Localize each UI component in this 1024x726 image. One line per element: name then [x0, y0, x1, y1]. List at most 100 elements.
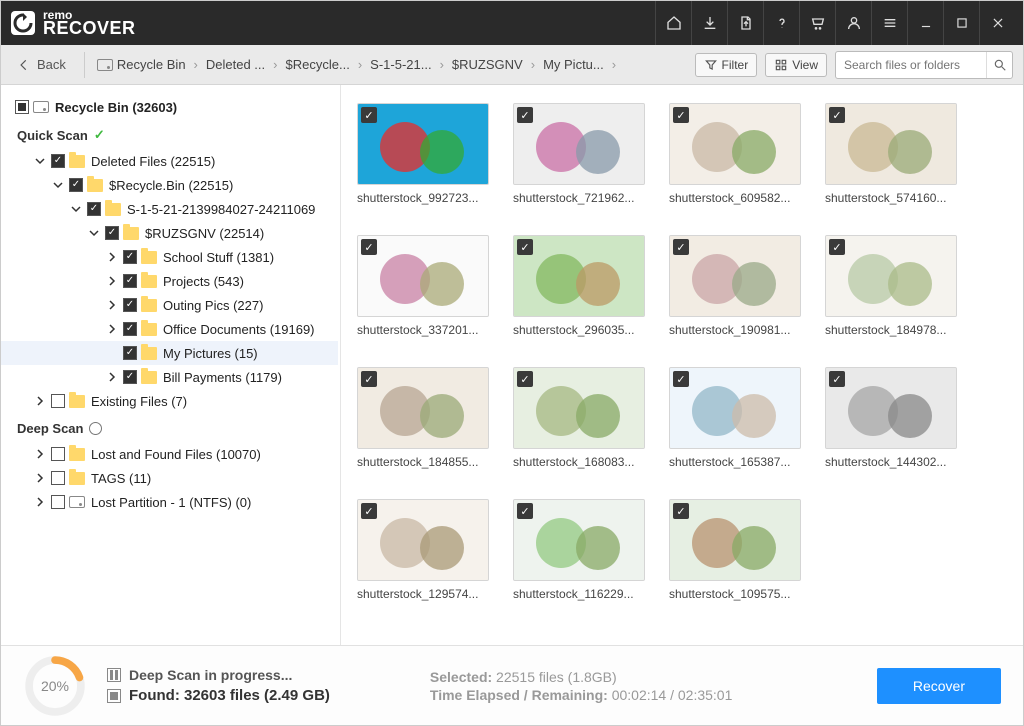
- chevron-right-icon[interactable]: [105, 298, 119, 312]
- chevron-right-icon[interactable]: [105, 250, 119, 264]
- thumbnail[interactable]: ✓shutterstock_144302...: [825, 367, 957, 469]
- thumbnail[interactable]: ✓shutterstock_184855...: [357, 367, 489, 469]
- thumbnail[interactable]: ✓shutterstock_168083...: [513, 367, 645, 469]
- checkbox[interactable]: [105, 226, 119, 240]
- thumbnail-image[interactable]: ✓: [825, 367, 957, 449]
- minimize-icon[interactable]: [907, 1, 943, 45]
- tree-item[interactable]: $Recycle.Bin (22515): [1, 173, 338, 197]
- checkbox[interactable]: [123, 322, 137, 336]
- thumbnail[interactable]: ✓shutterstock_109575...: [669, 499, 801, 601]
- thumbnail-checkbox[interactable]: ✓: [361, 371, 377, 387]
- thumbnail-checkbox[interactable]: ✓: [829, 371, 845, 387]
- stop-icon[interactable]: [107, 689, 121, 703]
- tree-item[interactable]: S-1-5-21-2139984027-24211069: [1, 197, 338, 221]
- thumbnail-image[interactable]: ✓: [513, 235, 645, 317]
- thumbnail[interactable]: ✓shutterstock_190981...: [669, 235, 801, 337]
- tree-item[interactable]: Outing Pics (227): [1, 293, 338, 317]
- checkbox[interactable]: [15, 100, 29, 114]
- user-icon[interactable]: [835, 1, 871, 45]
- checkbox[interactable]: [51, 447, 65, 461]
- thumbnail-image[interactable]: ✓: [825, 103, 957, 185]
- checkbox[interactable]: [123, 346, 137, 360]
- thumbnail-checkbox[interactable]: ✓: [829, 107, 845, 123]
- chevron-right-icon[interactable]: [33, 447, 47, 461]
- thumbnail-checkbox[interactable]: ✓: [673, 503, 689, 519]
- tree-item[interactable]: Office Documents (19169): [1, 317, 338, 341]
- chevron-right-icon[interactable]: [33, 471, 47, 485]
- breadcrumb-item[interactable]: My Pictu...: [543, 57, 604, 72]
- breadcrumb-item[interactable]: Recycle Bin: [97, 57, 186, 72]
- download-icon[interactable]: [691, 1, 727, 45]
- thumbnail[interactable]: ✓shutterstock_296035...: [513, 235, 645, 337]
- tree-item[interactable]: Existing Files (7): [1, 389, 338, 413]
- thumbnail-checkbox[interactable]: ✓: [829, 239, 845, 255]
- breadcrumb-item[interactable]: $RUZSGNV: [452, 57, 523, 72]
- breadcrumb-item[interactable]: Deleted ...: [206, 57, 265, 72]
- thumbnail-checkbox[interactable]: ✓: [361, 239, 377, 255]
- thumbnail[interactable]: ✓shutterstock_116229...: [513, 499, 645, 601]
- back-button[interactable]: Back: [11, 53, 72, 76]
- pause-icon[interactable]: [107, 668, 121, 682]
- checkbox[interactable]: [123, 250, 137, 264]
- thumbnail[interactable]: ✓shutterstock_609582...: [669, 103, 801, 205]
- checkbox[interactable]: [87, 202, 101, 216]
- thumbnail[interactable]: ✓shutterstock_574160...: [825, 103, 957, 205]
- chevron-right-icon[interactable]: [33, 394, 47, 408]
- tree-item[interactable]: TAGS (11): [1, 466, 338, 490]
- checkbox[interactable]: [51, 495, 65, 509]
- chevron-right-icon[interactable]: [33, 495, 47, 509]
- thumbnail-image[interactable]: ✓: [357, 499, 489, 581]
- thumbnail[interactable]: ✓shutterstock_992723...: [357, 103, 489, 205]
- thumbnail-checkbox[interactable]: ✓: [361, 503, 377, 519]
- tree-item[interactable]: Bill Payments (1179): [1, 365, 338, 389]
- thumbnail[interactable]: ✓shutterstock_337201...: [357, 235, 489, 337]
- thumbnail-checkbox[interactable]: ✓: [517, 107, 533, 123]
- close-icon[interactable]: [979, 1, 1015, 45]
- chevron-down-icon[interactable]: [69, 202, 83, 216]
- chevron-down-icon[interactable]: [33, 154, 47, 168]
- thumbnail-image[interactable]: ✓: [669, 103, 801, 185]
- thumbnail-image[interactable]: ✓: [513, 103, 645, 185]
- thumbnail-image[interactable]: ✓: [825, 235, 957, 317]
- thumbnail[interactable]: ✓shutterstock_129574...: [357, 499, 489, 601]
- search-box[interactable]: [835, 51, 1013, 79]
- search-input[interactable]: [836, 58, 986, 72]
- menu-icon[interactable]: [871, 1, 907, 45]
- thumbnail-checkbox[interactable]: ✓: [673, 107, 689, 123]
- thumbnail-image[interactable]: ✓: [357, 235, 489, 317]
- tree-item[interactable]: My Pictures (15): [1, 341, 338, 365]
- checkbox[interactable]: [51, 394, 65, 408]
- chevron-right-icon[interactable]: [105, 322, 119, 336]
- chevron-down-icon[interactable]: [51, 178, 65, 192]
- thumbnail-image[interactable]: ✓: [513, 367, 645, 449]
- home-icon[interactable]: [655, 1, 691, 45]
- thumbnail-checkbox[interactable]: ✓: [517, 371, 533, 387]
- thumbnail-checkbox[interactable]: ✓: [673, 239, 689, 255]
- tree-root[interactable]: Recycle Bin (32603): [1, 95, 338, 119]
- chevron-right-icon[interactable]: [105, 370, 119, 384]
- thumbnail-checkbox[interactable]: ✓: [517, 503, 533, 519]
- chevron-down-icon[interactable]: [87, 226, 101, 240]
- thumbnail-checkbox[interactable]: ✓: [361, 107, 377, 123]
- tree-item[interactable]: Deleted Files (22515): [1, 149, 338, 173]
- tree-item[interactable]: Lost and Found Files (10070): [1, 442, 338, 466]
- cart-icon[interactable]: [799, 1, 835, 45]
- tree-item[interactable]: Projects (543): [1, 269, 338, 293]
- thumbnail-image[interactable]: ✓: [357, 367, 489, 449]
- chevron-right-icon[interactable]: [105, 274, 119, 288]
- checkbox[interactable]: [51, 471, 65, 485]
- tree-item[interactable]: Lost Partition - 1 (NTFS) (0): [1, 490, 338, 514]
- recover-button[interactable]: Recover: [877, 668, 1001, 704]
- thumbnail-image[interactable]: ✓: [357, 103, 489, 185]
- filter-button[interactable]: Filter: [695, 53, 758, 77]
- thumbnail[interactable]: ✓shutterstock_184978...: [825, 235, 957, 337]
- checkbox[interactable]: [51, 154, 65, 168]
- thumbnail-image[interactable]: ✓: [669, 499, 801, 581]
- help-icon[interactable]: [763, 1, 799, 45]
- search-icon[interactable]: [986, 52, 1012, 78]
- view-button[interactable]: View: [765, 53, 827, 77]
- thumbnail[interactable]: ✓shutterstock_721962...: [513, 103, 645, 205]
- checkbox[interactable]: [123, 274, 137, 288]
- thumbnail-image[interactable]: ✓: [669, 367, 801, 449]
- thumbnail-checkbox[interactable]: ✓: [673, 371, 689, 387]
